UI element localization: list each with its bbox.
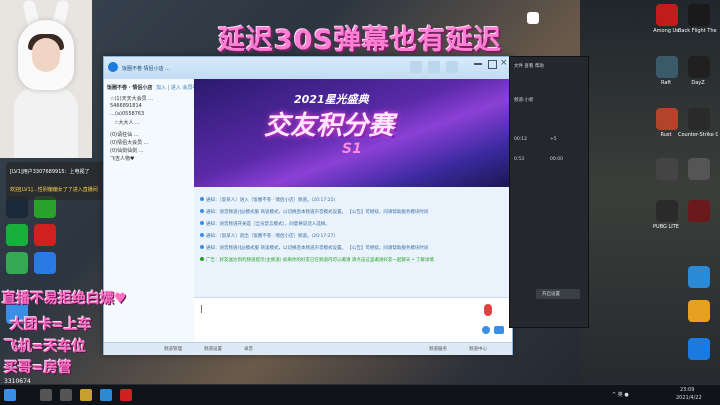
file-explorer-icon[interactable] [80, 389, 92, 401]
toolbar-item[interactable]: 频道管理 [164, 346, 182, 352]
toolbar-item[interactable]: 频道设置 [204, 346, 222, 352]
task-view-icon[interactable] [60, 389, 72, 401]
channel-item[interactable]: 5466891814 [110, 103, 142, 109]
channel-item[interactable]: (0)请狂仙 ... [110, 131, 138, 138]
raft-icon[interactable] [656, 56, 678, 78]
overlay-line: 买哥=房管 [4, 360, 72, 376]
among-us-icon[interactable] [656, 4, 678, 26]
channel-item[interactable]: (0)情侣大会员 ... [110, 139, 148, 146]
webcam-overlay [0, 0, 92, 158]
panel-header-link[interactable]: 加入 | 进入 会员等 [156, 84, 197, 91]
pubg-lite-icon[interactable] [656, 200, 678, 222]
panel-info: 00:00 [550, 157, 563, 162]
send-button[interactable] [494, 326, 504, 334]
clock-time[interactable]: 23:09 [680, 387, 694, 393]
iqiyi-icon[interactable] [6, 224, 28, 246]
danmaku-line: [LV1]用户3307689915：上电视了 [10, 169, 90, 175]
icon-label: Back Flight The Game [678, 28, 718, 34]
maximize-icon[interactable] [488, 60, 497, 69]
toolbar-item[interactable]: 录音 [244, 346, 253, 352]
home-icon[interactable] [410, 61, 422, 73]
tray-items[interactable]: ^ 英 ● [612, 391, 629, 398]
title-bar: 饭圈不卷 情侣小店 ... × [104, 57, 512, 79]
channel-tree-panel: 饭圈不卷 · 情侣小店 加入 | 进入 会员等 ☆(1)天天大会员 ... 54… [104, 79, 197, 354]
overlay-line: 飞机=天车位 [4, 339, 86, 355]
danmaku-line: 欢迎[LV1]…性别偏偏女了了进入直播间 [10, 187, 98, 193]
mini-world-icon[interactable] [688, 266, 710, 288]
input-caret: | [200, 304, 203, 313]
channel-item[interactable]: ☆(1)天天大会员 ... [110, 95, 153, 102]
toolbar-item[interactable]: 频道服务 [429, 346, 447, 352]
start-icon[interactable] [4, 389, 16, 401]
channel-item[interactable]: ☆大大人 ... [114, 119, 140, 126]
panel-menu[interactable]: 文件 查看 帮助 [514, 63, 544, 69]
panel-info: 00:12 [514, 137, 527, 142]
stream-banner: 延迟30S弹幕也有延迟 [217, 25, 503, 56]
minimize-icon[interactable] [474, 63, 482, 65]
channel-item[interactable]: 飞吉人物♥ [110, 155, 134, 162]
toolbar-item[interactable]: 频道中心 [469, 346, 487, 352]
netease-music-icon[interactable] [34, 224, 56, 246]
chat-messages: 通知：〔饭某人〕进入〔饭圈不卷 · 情侣小店〕频道。(20:17:25) 通知：… [194, 187, 512, 297]
overlay-line: 直播不易拒绝白嫖♥ [2, 291, 127, 307]
chat-message: 通知：语音频道(仙)模式服 商谈模式，以切换后本频道声音模式设置。 【公告】可继… [200, 209, 428, 215]
rust-icon[interactable] [656, 108, 678, 130]
icon-label: Counter-Strike Global Off. [678, 132, 718, 138]
chat-message: 通知：语音频道(仙)模式服 商谈模式，以切换后本频道声音模式设置。 【公告】可继… [200, 245, 428, 251]
qq-icon[interactable] [688, 338, 710, 360]
csgo-icon[interactable] [688, 108, 710, 130]
panel-info: +5 [550, 137, 557, 142]
chat-message: 通知：〔饭某人〕进入〔饭圈不卷 · 情侣小店〕频道。(20:17:25) [200, 197, 335, 203]
bottom-toolbar: 频道管理 频道设置 录音 频道服务 频道中心 [104, 342, 512, 355]
cat-icon [527, 12, 539, 24]
panel-info: 频道:小新 [514, 98, 534, 103]
dont-starve-together-icon[interactable] [688, 158, 710, 180]
danmaku-panel: [LV1]用户3307689915：上电视了 欢迎[LV1]…性别偏偏女了了进入… [6, 162, 116, 200]
promo-banner[interactable]: 2021星光盛典 交友积分赛 S1 [194, 79, 512, 187]
icon-label: DayZ [691, 80, 705, 86]
dead-island-icon[interactable] [688, 200, 710, 222]
overlay-line: 大团卡=上车 [10, 317, 92, 333]
message-input[interactable]: | [194, 297, 512, 343]
promo-headline: 交友积分赛 [264, 111, 395, 141]
qq-channel-window: 饭圈不卷 情侣小店 ... × 饭圈不卷 · 情侣小店 加入 | 进入 会员等 … [103, 56, 513, 355]
emoji-icon[interactable] [482, 326, 490, 334]
voice-panel: 文件 查看 帮助 频道:小新 00:12 +5 0:53 00:00 开启设置 [509, 56, 589, 328]
taskbar-app-icon[interactable] [100, 389, 112, 401]
channel-item[interactable]: …(a)0558763 [110, 111, 144, 117]
dont-starve-icon[interactable] [656, 158, 678, 180]
window-title: 饭圈不卷 情侣小店 ... [122, 66, 170, 72]
search-icon[interactable] [40, 389, 52, 401]
taskbar-app-icon[interactable] [120, 389, 132, 401]
chat-icon[interactable] [428, 61, 440, 73]
qq-logo-icon [108, 62, 118, 72]
channel-item[interactable]: (0)仙剑仙剑 ... [110, 147, 143, 154]
mic-icon[interactable] [484, 304, 492, 316]
dayz-icon[interactable] [688, 56, 710, 78]
game-icon[interactable] [688, 4, 710, 26]
panel-header: 饭圈不卷 · 情侣小店 [107, 85, 153, 91]
taskbar: ^ 英 ● 23:09 2021/4/22 [0, 384, 720, 405]
chat-message: 通知：语音频道开关是〔全员禁言模式〕，同意将说话人选择。 [200, 221, 330, 227]
goose-goose-duck-icon[interactable] [688, 300, 710, 322]
settings-button[interactable]: 开启设置 [536, 289, 580, 299]
close-icon[interactable]: × [500, 58, 508, 68]
google-play-icon[interactable] [6, 252, 28, 274]
promo-tag: S1 [342, 141, 362, 157]
desktop-icons-right: Among Us Back Flight The Game Raft DayZ … [652, 4, 718, 384]
kugou-icon[interactable] [34, 252, 56, 274]
clock-date[interactable]: 2021/4/22 [676, 395, 702, 401]
chat-message: 广告：好友送达到的频道提示(主频道) 如果你的好友已在频道内可以邀请 请点击这里… [200, 257, 434, 263]
video-icon[interactable] [446, 61, 458, 73]
panel-info: 0:53 [514, 157, 525, 162]
icon-label: PUBG LITE [653, 224, 679, 230]
chat-message: 通知：〔饭某人〕退出〔饭圈不卷 · 情侣小店〕频道。(20:17:27) [200, 233, 335, 239]
